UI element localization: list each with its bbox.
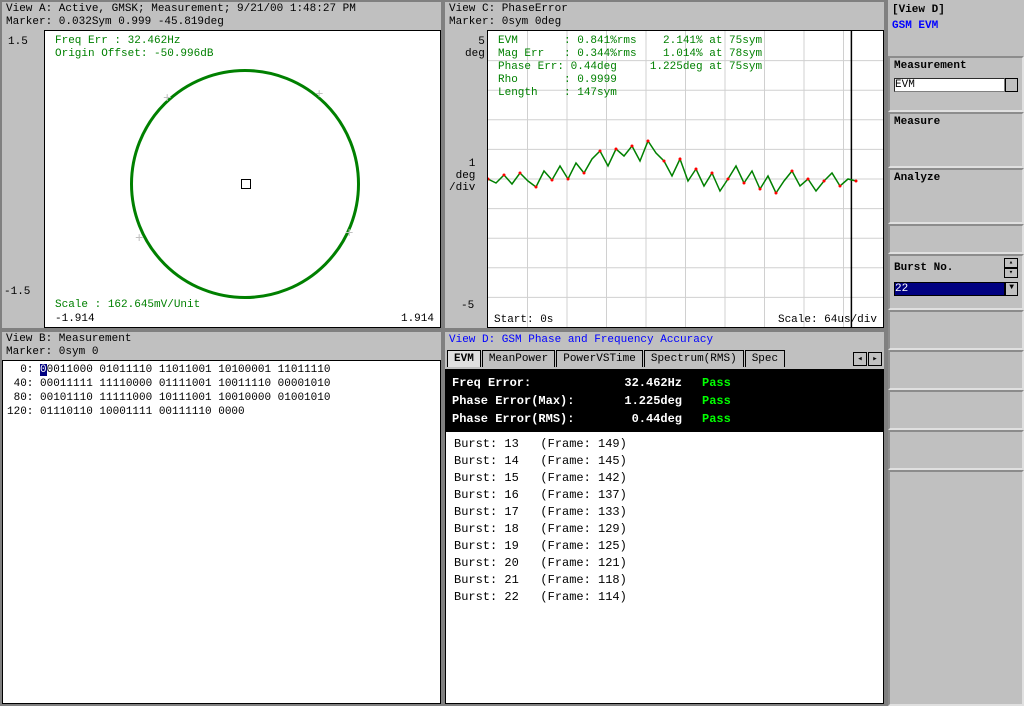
analyze-section[interactable]: Analyze	[888, 168, 1024, 224]
view-b-marker: Marker: 0sym 0	[2, 346, 441, 360]
view-a-marker: Marker: 0.032Sym 0.999 -45.819deg	[2, 16, 441, 30]
view-a-xmax: 1.914	[401, 313, 434, 325]
tab-spec[interactable]: Spec	[745, 350, 785, 367]
view-b-data[interactable]: 0: 00011000 01011110 11011001 10100001 1…	[2, 360, 441, 704]
view-b-panel: View B: Measurement Marker: 0sym 0 0: 00…	[0, 330, 443, 706]
measure-section[interactable]: Measure	[888, 112, 1024, 168]
tab-powervstime[interactable]: PowerVSTime	[556, 350, 643, 367]
view-c-xstart: Start: 0s	[494, 314, 553, 326]
burst-list[interactable]: Burst: 13 (Frame: 149) Burst: 14 (Frame:…	[446, 432, 883, 703]
view-a-panel: View A: Active, GMSK; Measurement; 9/21/…	[0, 0, 443, 330]
sidebar-subtitle: GSM EVM	[888, 20, 1024, 36]
view-c-ymax: 5deg	[465, 36, 485, 60]
view-c-plot[interactable]: EVM : 0.841%rms 2.141% at 75sym Mag Err …	[487, 30, 884, 328]
view-d-body: Freq Error:32.462HzPassPhase Error(Max):…	[445, 369, 884, 704]
measurement-input[interactable]	[894, 78, 1005, 92]
results-panel: Freq Error:32.462HzPassPhase Error(Max):…	[446, 370, 883, 432]
tab-evm[interactable]: EVM	[447, 350, 481, 367]
measurement-dropdown-btn[interactable]	[1005, 78, 1018, 92]
view-d-title: View D: GSM Phase and Frequency Accuracy	[445, 332, 884, 348]
view-c-readout: EVM : 0.841%rms 2.141% at 75sym Mag Err …	[498, 35, 762, 100]
view-a-scale: Scale : 162.645mV/Unit	[55, 299, 200, 311]
view-c-xscale: Scale: 64us/div	[778, 314, 877, 326]
blank-section-5	[888, 430, 1024, 470]
view-c-panel: View C: PhaseError Marker: 0sym 0deg	[443, 0, 886, 330]
tab-scroll-right[interactable]: ▸	[868, 352, 882, 366]
tab-row: EVMMeanPowerPowerVSTimeSpectrum(RMS)Spec…	[445, 348, 884, 369]
view-a-title: View A: Active, GMSK; Measurement; 9/21/…	[2, 2, 441, 16]
burst-dropdown-btn[interactable]: ▼	[1005, 282, 1018, 296]
view-c-marker: Marker: 0sym 0deg	[445, 16, 884, 30]
tab-spectrum(rms)[interactable]: Spectrum(RMS)	[644, 350, 744, 367]
view-b-title: View B: Measurement	[2, 332, 441, 346]
burst-label: Burst No.	[894, 262, 1004, 274]
burst-spinner[interactable]: ▴▾	[1004, 258, 1018, 278]
measure-label: Measure	[894, 116, 1018, 128]
tab-scroll-left[interactable]: ◂	[853, 352, 867, 366]
blank-section-6	[888, 470, 1024, 706]
view-c-title: View C: PhaseError	[445, 2, 884, 16]
analyze-label: Analyze	[894, 172, 1018, 184]
blank-section-3	[888, 350, 1024, 390]
origin-marker	[241, 179, 251, 189]
measurement-section: Measurement	[888, 56, 1024, 112]
blank-section-2	[888, 310, 1024, 350]
view-a-plot[interactable]: Freq Err : 32.462Hz Origin Offset: -50.9…	[44, 30, 441, 328]
burst-section: Burst No. ▴▾ ▼	[888, 254, 1024, 310]
view-a-ymax: 1.5	[8, 36, 28, 48]
view-d-panel: View D: GSM Phase and Frequency Accuracy…	[443, 330, 886, 706]
blank-section-1	[888, 224, 1024, 254]
view-a-xmin: -1.914	[55, 313, 95, 325]
view-a-ymin: -1.5	[4, 286, 30, 298]
view-c-ydiv: 1 deg /div	[449, 158, 475, 194]
sidebar: [View D] GSM EVM Measurement Measure Ana…	[886, 0, 1024, 706]
measurement-label: Measurement	[894, 60, 1018, 72]
tab-meanpower[interactable]: MeanPower	[482, 350, 555, 367]
burst-combo[interactable]	[894, 282, 1005, 296]
view-a-readout: Freq Err : 32.462Hz Origin Offset: -50.9…	[55, 35, 213, 61]
blank-section-4	[888, 390, 1024, 430]
view-c-ymin: -5	[461, 300, 474, 312]
sidebar-title: [View D]	[888, 0, 1024, 20]
